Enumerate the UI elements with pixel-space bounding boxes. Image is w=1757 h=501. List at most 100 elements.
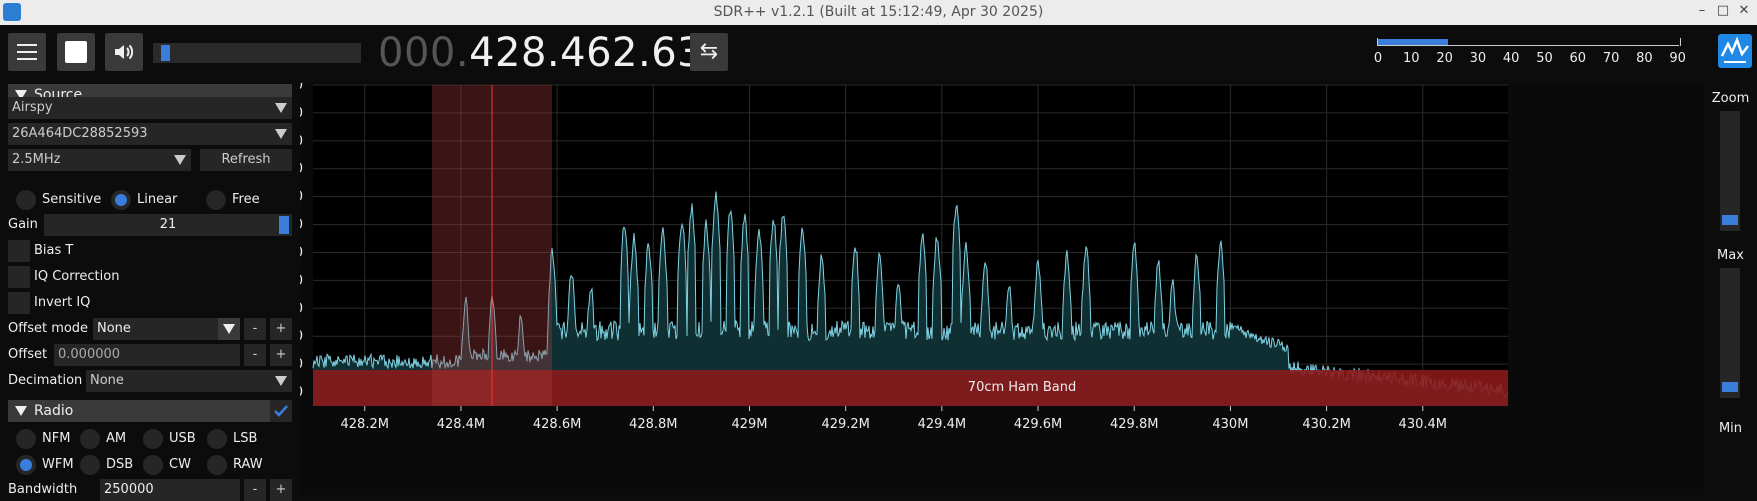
maximize-button[interactable]: □	[1715, 2, 1731, 20]
snr-tick-label: 40	[1502, 51, 1520, 66]
snr-tick-label: 70	[1602, 51, 1620, 66]
demod-label: DSB	[106, 457, 134, 472]
min-label: Min	[1718, 421, 1743, 436]
dropdown-arrow-icon	[275, 129, 287, 139]
y-tick-label: -100	[300, 357, 303, 372]
volume-slider-grab[interactable]	[160, 45, 170, 61]
demod-nfm-radio[interactable]	[16, 429, 36, 449]
demod-raw-radio[interactable]	[207, 455, 227, 475]
y-tick-label: -50	[300, 218, 303, 233]
demod-cw-radio[interactable]	[143, 455, 163, 475]
x-tick-label: 430.4M	[1399, 417, 1447, 432]
x-tick-label: 430.2M	[1302, 417, 1350, 432]
x-tick-label: 429M	[731, 417, 767, 432]
snr-tick-label: 0	[1373, 51, 1383, 66]
demod-label: LSB	[233, 431, 258, 446]
bandwidth-minus-button[interactable]: -	[244, 479, 266, 501]
snr-tick-label: 60	[1569, 51, 1587, 66]
bandwidth-input[interactable]: 250000	[100, 479, 240, 501]
zoom-slider-grab[interactable]	[1722, 215, 1738, 225]
y-tick-label: -20	[300, 134, 303, 149]
dropdown-arrow-icon	[223, 324, 235, 334]
offset-mode-plus-button[interactable]: +	[270, 318, 292, 340]
y-tick-label: -80	[300, 301, 303, 316]
x-tick-label: 428.2M	[341, 417, 389, 432]
demod-usb-radio[interactable]	[143, 429, 163, 449]
stop-button[interactable]	[57, 33, 95, 71]
serial-combo[interactable]: 26A464DC28852593	[8, 123, 292, 145]
band-label: 70cm Ham Band	[967, 380, 1077, 395]
volume-slider[interactable]	[153, 43, 361, 63]
speaker-icon	[115, 44, 134, 60]
y-tick-label: -60	[300, 245, 303, 260]
bandwidth-plus-button[interactable]: +	[270, 479, 292, 501]
invert-iq-checkbox[interactable]	[8, 292, 30, 314]
demod-wfm-radio[interactable]	[16, 455, 36, 475]
dropdown-arrow-icon	[174, 155, 186, 165]
close-button[interactable]: ✕	[1736, 2, 1752, 20]
dropdown-arrow-icon	[275, 376, 287, 386]
x-tick-label: 429.4M	[918, 417, 966, 432]
offset-mode-minus-button[interactable]: -	[244, 318, 266, 340]
offset-minus-button[interactable]: -	[244, 344, 266, 366]
refresh-button[interactable]: Refresh	[200, 149, 292, 171]
swap-icon[interactable]: ⇆	[690, 33, 728, 71]
max-db-slider-grab[interactable]	[1722, 382, 1738, 392]
y-tick-label: -90	[300, 329, 303, 344]
y-tick-label: -10	[300, 106, 303, 121]
gain-mode-linear-radio[interactable]	[111, 190, 131, 210]
mute-button[interactable]	[105, 33, 143, 71]
gain-mode-free-radio[interactable]	[206, 190, 226, 210]
x-tick-label: 428.4M	[437, 417, 485, 432]
radio-section-header[interactable]: Radio	[8, 400, 270, 422]
zoom-slider[interactable]	[1720, 111, 1740, 231]
demod-dsb-radio[interactable]	[80, 455, 100, 475]
demod-lsb-radio[interactable]	[207, 429, 227, 449]
gain-slider-grab[interactable]	[279, 216, 289, 234]
gain-slider[interactable]: 21	[44, 214, 292, 236]
device-combo[interactable]: Airspy	[8, 97, 292, 119]
offset-mode-combo[interactable]: None	[93, 318, 240, 340]
snr-tick-label: 90	[1669, 51, 1686, 66]
offset-plus-button[interactable]: +	[270, 344, 292, 366]
menu-button[interactable]	[8, 33, 46, 71]
zoom-panel: Zoom Max Min	[1704, 83, 1757, 494]
y-tick-label: -70	[300, 273, 303, 288]
x-tick-label: 428.6M	[533, 417, 581, 432]
snr-tick-label: 30	[1469, 51, 1487, 66]
offset-input[interactable]: 0.000000	[54, 344, 240, 366]
demod-label: WFM	[42, 457, 74, 472]
frequency-display[interactable]: 000.428.462.639	[378, 30, 729, 76]
snr-tick-label: 50	[1536, 51, 1553, 66]
max-db-slider[interactable]	[1720, 268, 1740, 398]
y-tick-label: -40	[300, 190, 303, 205]
window-title: SDR++ v1.2.1 (Built at 15:12:49, Apr 30 …	[713, 4, 1044, 20]
title-bar: SDR++ v1.2.1 (Built at 15:12:49, Apr 30 …	[0, 0, 1757, 25]
demod-label: USB	[169, 431, 196, 446]
demod-label: CW	[169, 457, 191, 472]
checkmark-icon	[274, 405, 288, 417]
demod-label: AM	[106, 431, 127, 446]
zoom-label: Zoom	[1711, 91, 1750, 106]
iq-correction-checkbox[interactable]	[8, 266, 30, 288]
snr-meter: 0 10 20 30 40 50 60 70 80 90	[1373, 38, 1686, 74]
hamburger-icon	[17, 44, 37, 46]
snr-tick-label: 10	[1403, 51, 1420, 66]
gain-mode-sensitive-radio[interactable]	[16, 190, 36, 210]
minimize-button[interactable]: –	[1694, 2, 1710, 20]
max-label: Max	[1717, 248, 1744, 263]
demod-am-radio[interactable]	[80, 429, 100, 449]
demod-label: NFM	[42, 431, 71, 446]
radio-enable-checkbox[interactable]	[270, 400, 292, 422]
snr-tick-label: 20	[1436, 51, 1453, 66]
snr-tick-label: 80	[1636, 51, 1653, 66]
x-tick-label: 429.6M	[1014, 417, 1062, 432]
fft-spectrum-view[interactable]: 0 -10 -20 -30 -40 -50 -60 -70 -80 -90 -100 -110 428.…	[273, 78, 1704, 494]
decimation-combo[interactable]: None	[86, 370, 292, 392]
dropdown-arrow-icon	[275, 103, 287, 113]
demod-label: RAW	[233, 457, 263, 472]
stop-icon	[65, 41, 87, 63]
samplerate-combo[interactable]: 2.5MHz	[8, 149, 191, 171]
bias-t-checkbox[interactable]	[8, 240, 30, 262]
sdrpp-logo-icon[interactable]	[1718, 34, 1752, 68]
